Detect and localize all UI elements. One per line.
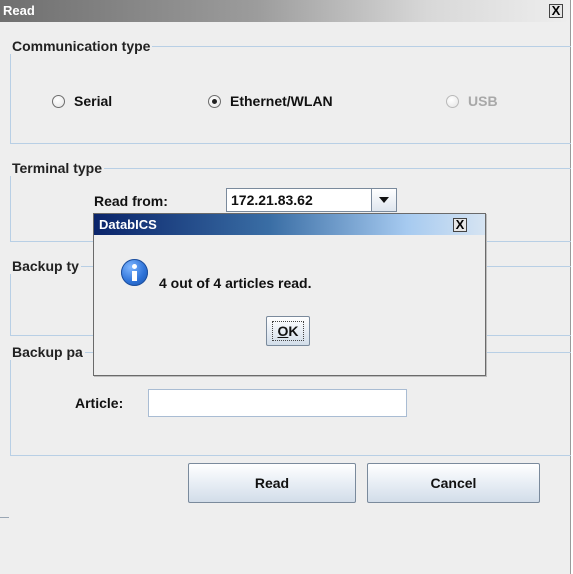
read-window-title: Read <box>3 3 35 18</box>
terminal-type-legend: Terminal type <box>12 160 102 176</box>
chevron-down-icon[interactable] <box>371 189 396 211</box>
message-dialog-close-button[interactable]: X <box>453 217 467 232</box>
radio-button-disabled-icon <box>446 94 459 108</box>
article-input[interactable] <box>148 389 407 417</box>
read-window-close-button[interactable]: X <box>549 3 563 18</box>
close-icon: X <box>455 217 465 232</box>
read-from-value: 172.21.83.62 <box>231 192 313 208</box>
radio-usb: USB <box>446 93 498 109</box>
radio-ethernet-wlan-label: Ethernet/WLAN <box>230 93 333 109</box>
ok-button-focus: OK <box>272 321 304 341</box>
message-dialog: DatabICS X 4 out of 4 articles read. OK <box>93 213 486 376</box>
message-dialog-titlebar[interactable]: DatabICS X <box>94 214 485 235</box>
message-text: 4 out of 4 articles read. <box>159 275 312 291</box>
radio-ethernet-wlan[interactable]: Ethernet/WLAN <box>208 93 333 109</box>
radio-serial-label: Serial <box>74 93 113 109</box>
backup-parameters-legend: Backup pa <box>12 344 83 360</box>
message-dialog-title: DatabICS <box>99 217 157 232</box>
read-button[interactable]: Read <box>188 463 356 503</box>
article-label: Article: <box>75 395 124 411</box>
read-from-label: Read from: <box>94 193 168 209</box>
radio-button-checked-icon[interactable] <box>208 94 221 108</box>
radio-usb-label: USB <box>468 93 498 109</box>
communication-type-group: Communication type <box>10 38 571 144</box>
cancel-button[interactable]: Cancel <box>367 463 540 503</box>
ok-button[interactable]: OK <box>266 316 310 346</box>
close-icon: X <box>551 3 561 18</box>
window-edge-line <box>0 517 9 518</box>
ok-label-rest: K <box>288 323 299 339</box>
ok-mnemonic: O <box>277 323 289 339</box>
backup-type-legend: Backup ty <box>12 258 79 274</box>
read-from-combobox[interactable]: 172.21.83.62 <box>226 188 397 212</box>
radio-serial[interactable]: Serial <box>52 93 112 109</box>
radio-button-icon[interactable] <box>52 94 65 108</box>
read-window-titlebar[interactable]: Read X <box>0 0 570 22</box>
info-icon <box>121 259 148 286</box>
communication-type-legend: Communication type <box>12 38 151 54</box>
